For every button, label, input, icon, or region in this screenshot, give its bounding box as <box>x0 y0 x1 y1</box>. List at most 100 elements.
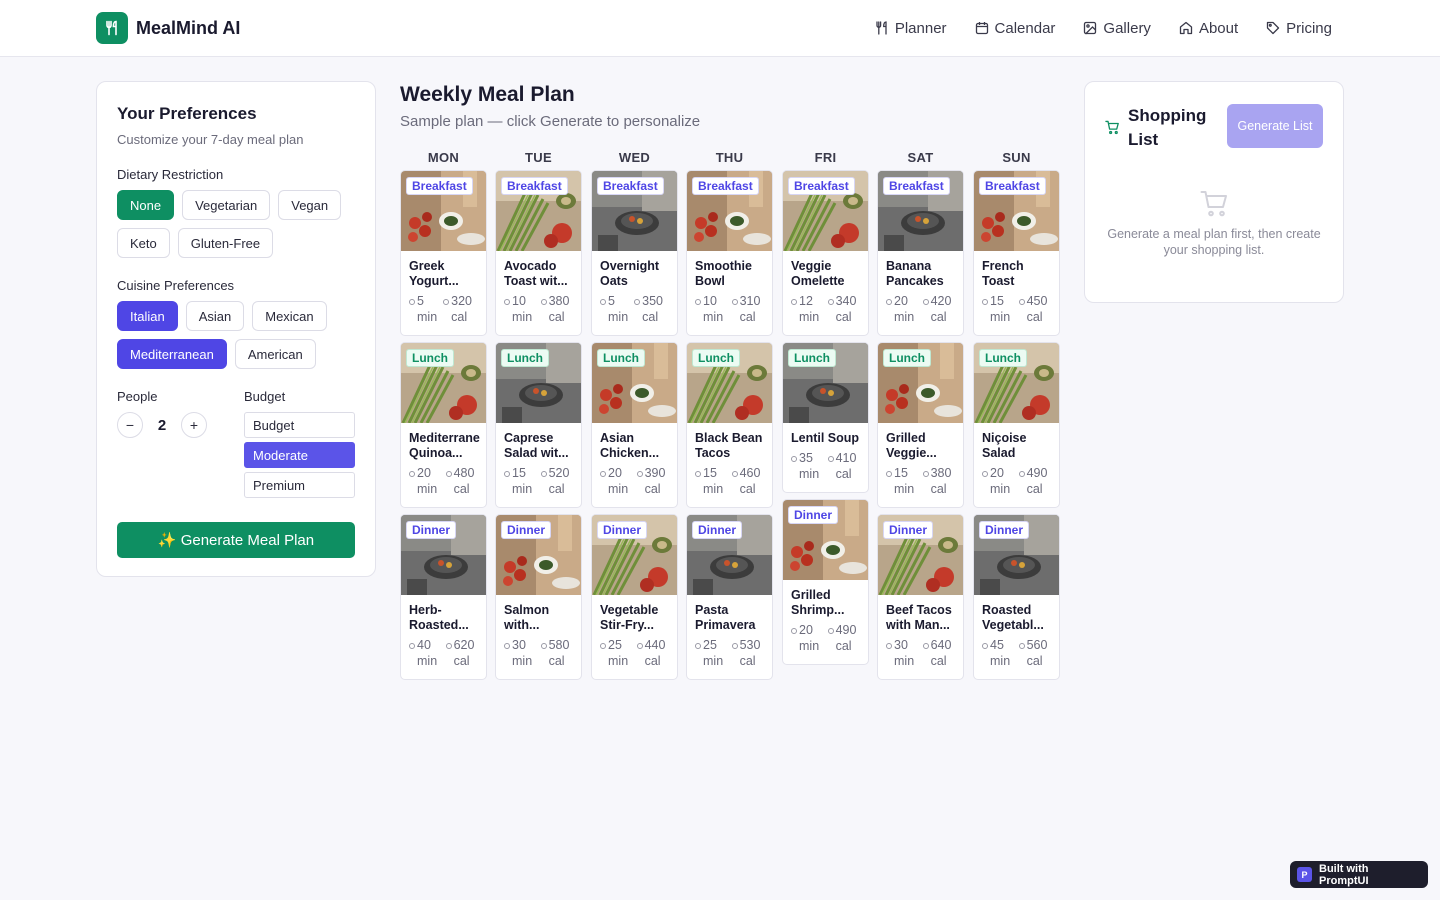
image-icon <box>1084 21 1097 35</box>
clock-icon <box>791 628 797 634</box>
meal-time: 40 min <box>417 638 438 668</box>
meal-card-lunch[interactable]: Lunch Niçoise Salad 20 min 490 cal <box>973 342 1060 508</box>
nav-about[interactable]: About <box>1179 20 1238 37</box>
budget-option-budget[interactable]: Budget <box>244 412 355 438</box>
dietary-chip-gluten-free[interactable]: Gluten-Free <box>177 228 274 258</box>
brand-name: MealMind AI <box>136 17 241 38</box>
clock-icon <box>695 299 701 305</box>
meal-card-lunch[interactable]: Lunch Lentil Soup 35 min 410 cal <box>782 342 869 493</box>
preferences-title: Your Preferences <box>117 104 257 123</box>
people-increment-button[interactable]: + <box>181 412 207 438</box>
cuisine-chip-italian[interactable]: Italian <box>117 301 178 331</box>
meal-card-lunch[interactable]: Lunch Grilled Veggie... 15 min 380 cal <box>877 342 964 508</box>
meal-card-breakfast[interactable]: Breakfast Smoothie Bowl 10 min 310 cal <box>686 170 773 336</box>
meal-calories: 560 cal <box>1026 638 1048 668</box>
budget-option-premium[interactable]: Premium <box>244 472 355 498</box>
clock-icon <box>791 299 797 305</box>
meal-card-dinner[interactable]: Dinner Roasted Vegetabl... 45 min 560 cal <box>973 514 1060 680</box>
meal-calories: 490 cal <box>1026 466 1048 496</box>
meal-calories: 450 cal <box>1026 294 1048 324</box>
meal-time: 15 min <box>703 466 724 496</box>
meal-type-badge: Dinner <box>788 506 839 524</box>
shopping-cart-icon <box>1105 120 1119 135</box>
meal-name: Black Bean Tacos <box>695 431 763 460</box>
meal-card-breakfast[interactable]: Breakfast Avocado Toast wit... 10 min 380 c… <box>495 170 582 336</box>
flame-icon <box>634 299 641 305</box>
generate-meal-plan-button[interactable]: ✨ Generate Meal Plan <box>117 522 355 558</box>
meal-card-dinner[interactable]: Dinner Salmon with... 30 min 580 cal <box>495 514 582 680</box>
cuisine-chip-mexican[interactable]: Mexican <box>252 301 327 331</box>
clock-icon <box>886 299 892 305</box>
meal-name: Overnight Oats <box>600 259 660 288</box>
meal-type-badge: Breakfast <box>883 177 950 195</box>
dietary-chips: None Vegetarian Vegan Keto Gluten-Free <box>117 190 355 258</box>
meal-meta: 20 min 490 cal <box>974 461 1059 507</box>
cuisine-chip-asian[interactable]: Asian <box>185 301 245 331</box>
nav-pricing-label: Pricing <box>1286 19 1332 37</box>
meal-calories: 520 cal <box>548 466 570 496</box>
meal-time: 20 min <box>608 466 629 496</box>
meal-time: 5 min <box>608 294 629 324</box>
brand[interactable]: MealMind AI <box>96 12 240 44</box>
flame-icon <box>731 643 738 649</box>
meal-name: Banana Pancakes <box>886 259 944 288</box>
dietary-chip-vegan[interactable]: Vegan <box>278 190 342 220</box>
cuisine-chip-mediterranean[interactable]: Mediterranean <box>117 339 227 369</box>
nav-gallery[interactable]: Gallery <box>1083 20 1151 37</box>
meal-type-badge: Lunch <box>406 349 454 367</box>
meal-card-dinner[interactable]: Dinner Beef Tacos with Man... 30 min 640 ca… <box>877 514 964 680</box>
meal-card-breakfast[interactable]: Breakfast Veggie Omelette 12 min 340 cal <box>782 170 869 336</box>
meal-meta: 45 min 560 cal <box>974 633 1059 679</box>
plan-title: Weekly Meal Plan <box>400 83 575 106</box>
meal-name: Grilled Shrimp... <box>791 588 845 617</box>
meal-card-dinner[interactable]: Dinner Herb-Roasted... 40 min 620 cal <box>400 514 487 680</box>
meal-type-badge: Lunch <box>501 349 549 367</box>
nav-calendar[interactable]: Calendar <box>975 20 1055 37</box>
meal-card-lunch[interactable]: Lunch Mediterrane Quinoa... 20 min 480 cal <box>400 342 487 508</box>
meal-name: Salmon with... <box>504 603 550 632</box>
meal-name: Vegetable Stir-Fry... <box>600 603 659 632</box>
meal-card-lunch[interactable]: Lunch Asian Chicken... 20 min 390 cal <box>591 342 678 508</box>
meal-photo: Breakfast <box>974 171 1059 251</box>
meal-type-badge: Lunch <box>788 349 836 367</box>
meal-photo: Lunch <box>783 343 868 423</box>
meal-photo: Dinner <box>974 515 1059 595</box>
flame-icon <box>540 471 547 477</box>
meal-calories: 580 cal <box>548 638 570 668</box>
people-label: People <box>117 389 158 404</box>
budget-option-moderate[interactable]: Moderate <box>244 442 355 468</box>
meal-calories: 480 cal <box>453 466 475 496</box>
nav-pricing[interactable]: Pricing <box>1266 20 1332 37</box>
meal-card-dinner[interactable]: Dinner Vegetable Stir-Fry... 25 min 440 cal <box>591 514 678 680</box>
preferences-panel: Your Preferences Customize your 7-day me… <box>96 81 376 577</box>
meal-time: 20 min <box>799 623 820 653</box>
meal-photo: Lunch <box>496 343 581 423</box>
built-with-promptui-badge[interactable]: P Built with PromptUI <box>1290 861 1428 888</box>
generate-list-button[interactable]: Generate List <box>1227 104 1323 148</box>
dietary-chip-keto[interactable]: Keto <box>117 228 170 258</box>
cuisine-chip-american[interactable]: American <box>234 339 316 369</box>
meal-name: Smoothie Bowl <box>695 259 752 288</box>
meal-name: Niçoise Salad <box>982 431 1027 460</box>
people-decrement-button[interactable]: − <box>117 412 143 438</box>
meal-card-lunch[interactable]: Lunch Black Bean Tacos 15 min 460 cal <box>686 342 773 508</box>
meal-photo: Breakfast <box>592 171 677 251</box>
dietary-chip-none[interactable]: None <box>117 190 175 220</box>
meal-photo: Dinner <box>783 500 868 580</box>
meal-card-dinner[interactable]: Dinner Pasta Primavera 25 min 530 cal <box>686 514 773 680</box>
meal-card-lunch[interactable]: Lunch Caprese Salad wit... 15 min 520 cal <box>495 342 582 508</box>
meal-card-breakfast[interactable]: Breakfast French Toast 15 min 450 cal <box>973 170 1060 336</box>
day-header: WED <box>618 150 651 165</box>
meal-card-dinner[interactable]: Dinner Grilled Shrimp... 20 min 490 cal <box>782 499 869 665</box>
meal-type-badge: Breakfast <box>597 177 664 195</box>
flame-icon <box>443 299 450 305</box>
nav-planner[interactable]: Planner <box>875 20 947 37</box>
meal-card-breakfast[interactable]: Breakfast Overnight Oats 5 min 350 cal <box>591 170 678 336</box>
meal-meta: 15 min 380 cal <box>878 461 963 507</box>
meal-meta: 25 min 530 cal <box>687 633 772 679</box>
meal-type-badge: Breakfast <box>406 177 473 195</box>
dietary-chip-vegetarian[interactable]: Vegetarian <box>182 190 271 220</box>
meal-meta: 25 min 440 cal <box>592 633 677 679</box>
meal-card-breakfast[interactable]: Breakfast Banana Pancakes 20 min 420 cal <box>877 170 964 336</box>
meal-card-breakfast[interactable]: Breakfast Greek Yogurt... 5 min 320 cal <box>400 170 487 336</box>
